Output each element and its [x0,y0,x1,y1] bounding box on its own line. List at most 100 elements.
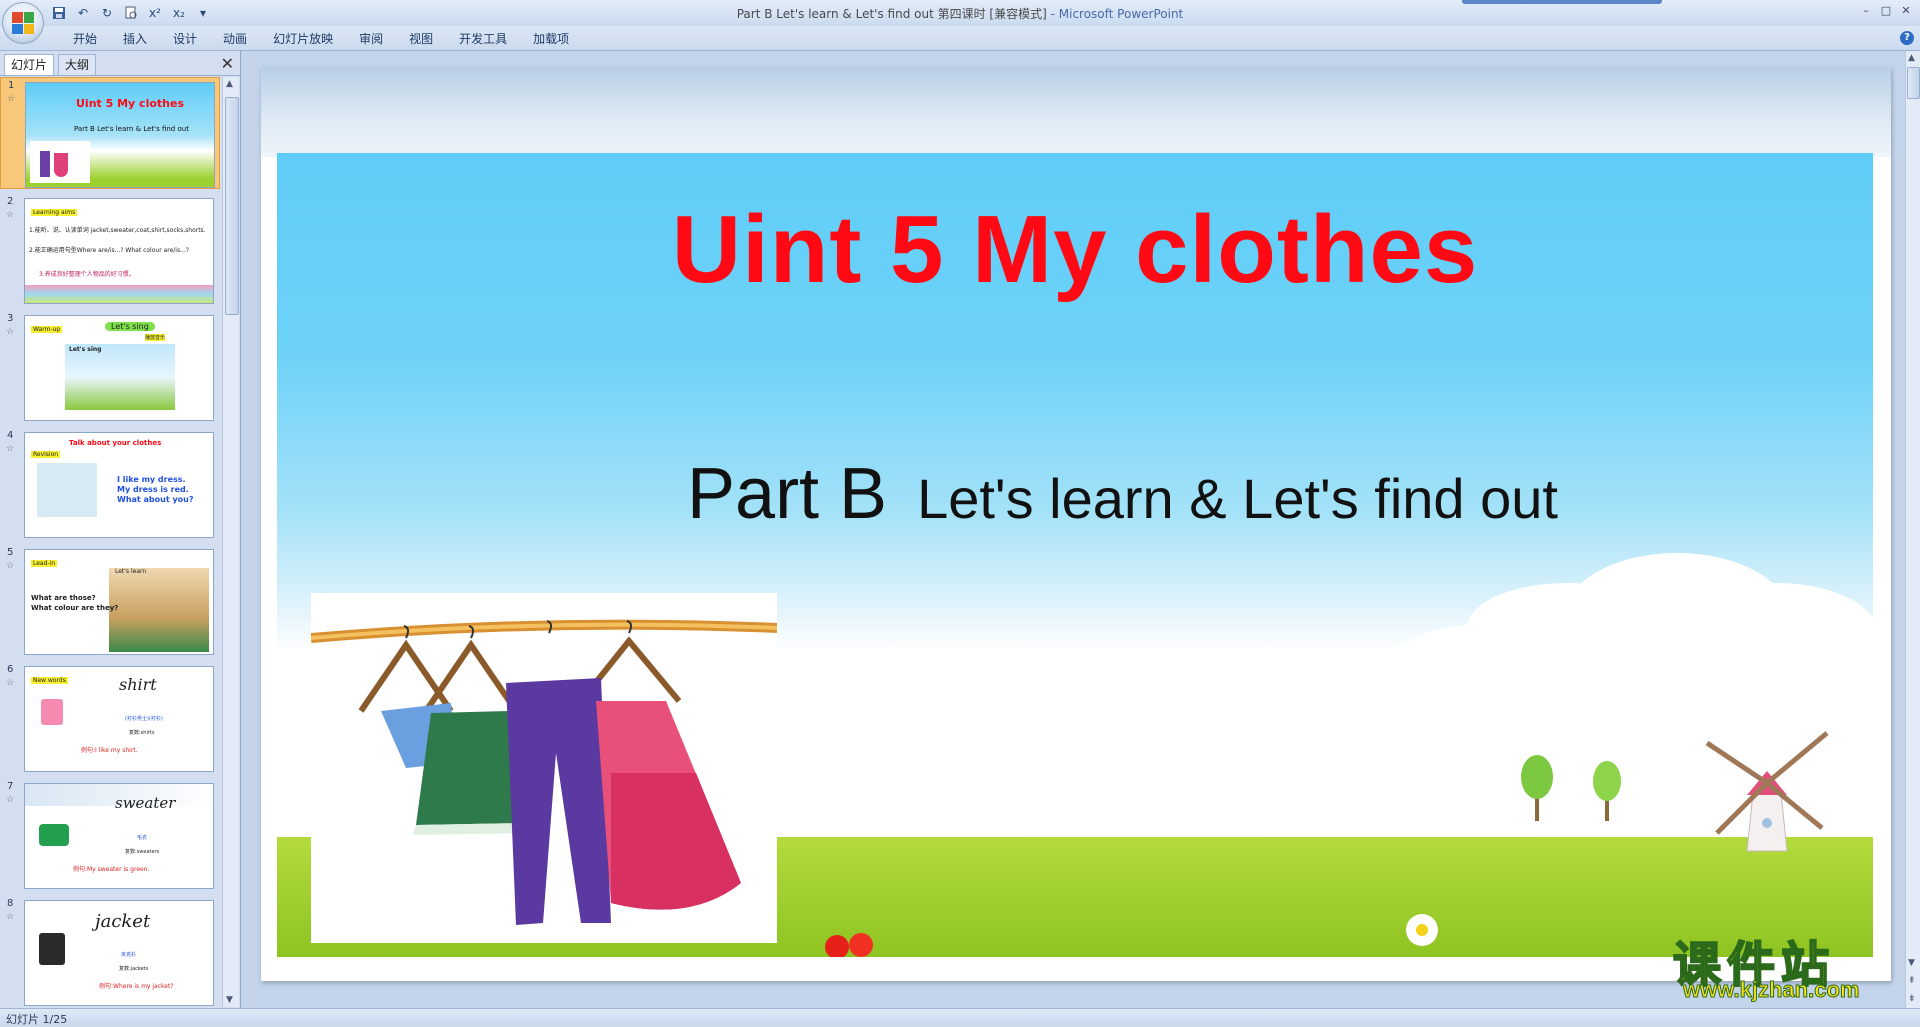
title-highlight-bar [1462,0,1662,4]
thumbnail-row-4[interactable]: 4 ☆ Talk about your clothes Revision I l… [0,428,220,540]
thumb-line: 毛衣 [137,835,148,841]
thumb-line: 复数:sweaters [125,849,160,855]
tab-design[interactable]: 设计 [160,30,210,48]
slide-canvas[interactable]: Uint 5 My clothes Part B Let's learn & Le… [261,67,1891,981]
title-banner: Uint 5 My clothes Part B Let's learn & Le… [277,153,1873,957]
thumbnail-1[interactable]: Uint 5 My clothes Part B Let's learn & L… [25,82,215,188]
tab-developer[interactable]: 开发工具 [446,30,520,48]
thumb-line: 复数:jackets [119,966,149,972]
thumb-shirt-image [41,699,63,725]
thumbnail-row-5[interactable]: 5 ☆ Lead-in Let's learn What are those? … [0,545,220,657]
scrollbar-thumb[interactable] [225,97,239,315]
thumb-line: What about you? [117,495,194,504]
ribbon-tabs-bar: 开始 插入 设计 动画 幻灯片放映 审阅 视图 开发工具 加载项 ? [0,26,1920,51]
tab-review[interactable]: 审阅 [346,30,396,48]
thumb-line: 3.养成良好整理个人物品的好习惯。 [39,271,135,278]
thumbnail-3[interactable]: Warm-up Let's sing 播放音乐 Let's sing [24,315,214,421]
thumb-subtitle: Part B Let's learn & Let's find out [74,125,189,133]
thumbnail-5[interactable]: Lead-in Let's learn What are those? What… [24,549,214,655]
slide-editing-area: Uint 5 My clothes Part B Let's learn & Le… [241,51,1906,1008]
scroll-up-icon[interactable]: ▲ [226,79,233,89]
thumb-line: 例句:I like my shirt. [81,747,138,754]
thumbnail-list: 1 ☆ Uint 5 My clothes Part B Let's learn… [0,77,220,1007]
tab-animations[interactable]: 动画 [210,30,260,48]
thumbnail-number: 8 [7,898,14,909]
thumbnail-6[interactable]: New words shirt (衬衫男士)(衬衫) 复数:shirts 例句:… [24,666,214,772]
thumbnail-scrollbar[interactable]: ▲ ▼ [222,77,239,1007]
flower-icon [825,933,873,957]
thumbnail-8[interactable]: jacket 夹克衫 复数:jackets 例句:Where is my jac… [24,900,214,1006]
cloud-shape [1677,583,1873,683]
thumbnail-number: 1 [8,80,15,91]
maximize-button[interactable]: □ [1878,2,1894,18]
tab-view[interactable]: 视图 [396,30,446,48]
thumb-line: Lead-in [31,560,58,567]
window-title: Part B Let's learn & Let's find out 第四课时… [0,5,1920,22]
window-controls: – □ ✕ [1858,2,1914,18]
tab-add-ins[interactable]: 加载项 [520,30,582,48]
thumbnail-row-7[interactable]: 7 ☆ sweater 毛衣 复数:sweaters 例句:My sweater… [0,779,220,891]
thumb-rainbow [25,285,213,303]
help-icon[interactable]: ? [1900,31,1914,45]
tab-slides[interactable]: 幻灯片 [4,54,55,75]
previous-slide-icon[interactable]: ⇞ [1908,976,1916,986]
thumb-line: shirt [119,675,157,694]
thumb-line: Let's sing [69,346,102,353]
animation-star-icon: ☆ [6,327,15,337]
ribbon-tabs: 开始 插入 设计 动画 幻灯片放映 审阅 视图 开发工具 加载项 [60,30,582,48]
tab-slide-show[interactable]: 幻灯片放映 [260,30,346,48]
slide-subtitle[interactable]: Part B Let's learn & Let's find out [687,453,1558,535]
thumb-line: What colour are they? [31,604,119,612]
thumb-line: (衬衫男士)(衬衫) [125,716,163,722]
thumbnail-4[interactable]: Talk about your clothes Revision I like … [24,432,214,538]
app-name: - Microsoft PowerPoint [1050,7,1184,21]
next-slide-icon[interactable]: ⇟ [1908,994,1916,1004]
thumbnail-number: 7 [7,781,14,792]
thumbnail-number: 5 [7,547,14,558]
clothes-line-image[interactable] [310,593,778,943]
animation-star-icon: ☆ [6,210,15,220]
thumbnail-row-6[interactable]: 6 ☆ New words shirt (衬衫男士)(衬衫) 复数:shirts… [0,662,220,774]
thumb-sweater-image [39,824,69,846]
thumb-line: New words [31,677,68,684]
scroll-down-icon[interactable]: ▼ [1908,958,1915,968]
thumbnail-2[interactable]: Learning aims 1.能听、说、认读单词 jacket,sweater… [24,198,214,304]
thumbnail-row-3[interactable]: 3 ☆ Warm-up Let's sing 播放音乐 Let's sing [0,311,220,423]
office-button[interactable] [2,2,44,44]
thumb-line: I like my dress. [117,475,186,484]
thumb-line: 夹克衫 [121,952,137,958]
panel-close-icon[interactable]: ✕ [221,54,234,73]
thumbnail-number: 6 [7,664,14,675]
thumbnail-number: 4 [7,430,14,441]
panel-tabs: 幻灯片 大纲 ✕ [0,51,240,76]
thumb-title: Uint 5 My clothes [76,97,184,110]
scroll-up-icon[interactable]: ▲ [1908,53,1915,63]
animation-star-icon: ☆ [6,444,15,454]
slide-scrollbar[interactable]: ▲ ▼ ⇞ ⇟ [1905,51,1920,1008]
tree-icon [1593,761,1621,821]
scroll-down-icon[interactable]: ▼ [226,995,233,1005]
slide-title[interactable]: Uint 5 My clothes [277,195,1873,305]
flower-icon [1406,914,1438,946]
thumbnail-row-1[interactable]: 1 ☆ Uint 5 My clothes Part B Let's learn… [0,77,220,189]
subtitle-part: Part B [687,454,888,534]
document-title: Part B Let's learn & Let's find out 第四课时… [736,7,1047,21]
status-bar: 幻灯片 1/25 [0,1008,1920,1026]
tab-home[interactable]: 开始 [60,30,110,48]
close-button[interactable]: ✕ [1898,2,1914,18]
slide-background-sky [261,67,1891,157]
thumbnail-row-2[interactable]: 2 ☆ Learning aims 1.能听、说、认读单词 jacket,swe… [0,194,220,306]
thumbnail-7[interactable]: sweater 毛衣 复数:sweaters 例句:My sweater is … [24,783,214,889]
office-logo-icon [12,12,34,34]
minimize-button[interactable]: – [1858,2,1874,18]
animation-star-icon: ☆ [6,912,15,922]
thumbnail-row-8[interactable]: 8 ☆ jacket 夹克衫 复数:jackets 例句:Where is my… [0,896,220,1007]
scrollbar-thumb[interactable] [1907,67,1920,99]
thumb-line: 2.能正确运用句型Where are/is...? What colour ar… [29,247,189,254]
animation-star-icon: ☆ [6,678,15,688]
tab-insert[interactable]: 插入 [110,30,160,48]
thumbnail-number: 3 [7,313,14,324]
animation-star-icon: ☆ [7,94,16,104]
tab-outline[interactable]: 大纲 [58,54,97,75]
thumb-line: 例句:Where is my jacket? [99,983,174,990]
